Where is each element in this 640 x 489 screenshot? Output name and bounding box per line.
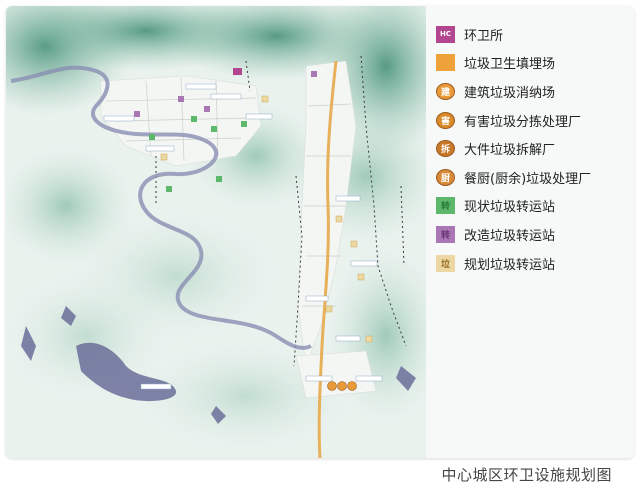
legend-item-landfill: 垃圾卫生填埋场 <box>436 49 631 78</box>
existing-transfer-station-icon: 转 <box>436 197 455 215</box>
legend-item-existing-transfer-station: 转 现状垃圾转运站 <box>436 192 631 221</box>
legend-label: 改造垃圾转运站 <box>464 228 556 244</box>
map-canvas <box>6 6 426 458</box>
map-caption: 中心城区环卫设施规划图 <box>441 466 612 484</box>
legend-item-kitchen-waste: 厨 餐厨(厨余)垃圾处理厂 <box>436 163 631 192</box>
legend-label: 有害垃圾分拣处理厂 <box>464 114 582 130</box>
planned-transfer-station-icon: 垃 <box>436 254 455 272</box>
hazardous-waste-circle-icon: 害 <box>436 111 455 129</box>
legend-label: 现状垃圾转运站 <box>464 200 556 216</box>
legend-item-planned-transfer-station: 垃 规划垃圾转运站 <box>436 249 631 278</box>
map-legend: HC 环卫所 垃圾卫生填埋场 建 建筑垃圾消纳场 害 有害垃圾分拣处理厂 拆 大… <box>436 20 631 277</box>
bulky-waste-circle-icon: 拆 <box>436 140 455 158</box>
legend-label: 规划垃圾转运站 <box>464 257 556 273</box>
legend-item-sanitation-office: HC 环卫所 <box>436 20 631 49</box>
legend-item-bulky-waste: 拆 大件垃圾拆解厂 <box>436 134 631 163</box>
construction-waste-circle-icon: 建 <box>436 82 455 100</box>
kitchen-waste-circle-icon: 厨 <box>436 168 455 186</box>
legend-label: 餐厨(厨余)垃圾处理厂 <box>464 171 592 187</box>
planning-map <box>6 6 426 458</box>
renovated-transfer-station-icon: 转 <box>436 225 455 243</box>
legend-label: 垃圾卫生填埋场 <box>464 57 556 73</box>
landfill-rect-icon <box>436 54 455 72</box>
legend-item-renovated-transfer-station: 转 改造垃圾转运站 <box>436 220 631 249</box>
legend-item-construction-waste: 建 建筑垃圾消纳场 <box>436 77 631 106</box>
legend-label: 大件垃圾拆解厂 <box>464 143 556 159</box>
hc-rect-icon: HC <box>436 25 455 43</box>
legend-label: 环卫所 <box>464 28 504 44</box>
legend-label: 建筑垃圾消纳场 <box>464 85 556 101</box>
legend-item-hazardous-waste: 害 有害垃圾分拣处理厂 <box>436 106 631 135</box>
map-frame: HC 环卫所 垃圾卫生填埋场 建 建筑垃圾消纳场 害 有害垃圾分拣处理厂 拆 大… <box>6 6 634 458</box>
